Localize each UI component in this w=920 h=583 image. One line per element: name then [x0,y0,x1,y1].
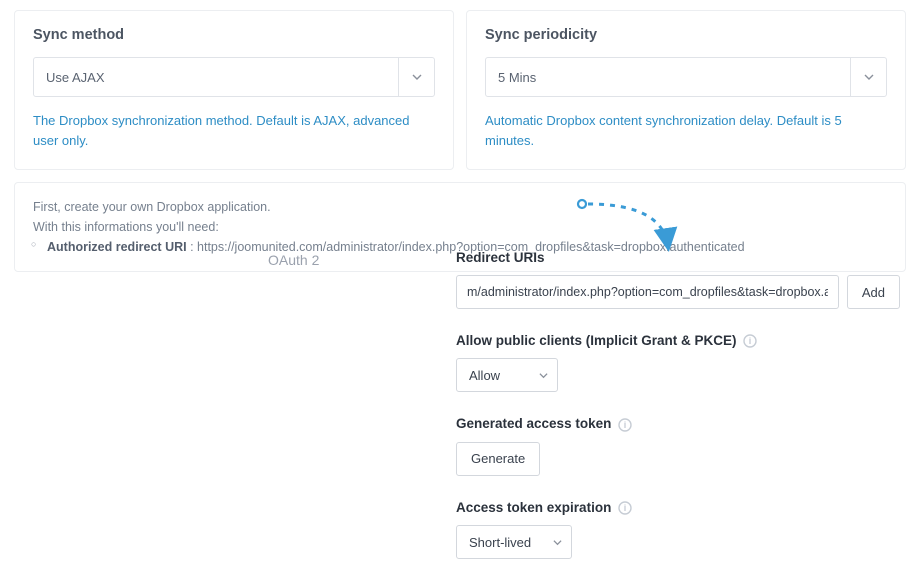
token-expiration-field: Access token expiration i Short-lived [456,500,900,559]
add-button[interactable]: Add [847,275,900,309]
redirect-uris-field: Redirect URIs Add [456,250,900,309]
info-icon: i [618,418,632,432]
generated-token-label: Generated access token i [456,416,900,431]
sync-method-card: Sync method Use AJAX The Dropbox synchro… [14,10,454,170]
info-line-2: With this informations you'll need: [33,217,887,237]
public-clients-label: Allow public clients (Implicit Grant & P… [456,333,900,348]
info-uri-label: Authorized redirect URI [47,240,187,254]
public-clients-select[interactable]: Allow [456,358,558,392]
public-clients-field: Allow public clients (Implicit Grant & P… [456,333,900,392]
generate-button[interactable]: Generate [456,442,540,476]
svg-text:i: i [749,336,752,346]
svg-text:i: i [624,503,627,513]
sync-periodicity-title: Sync periodicity [485,27,887,43]
oauth-section: OAuth 2 Redirect URIs Add Allow public c… [268,250,900,583]
sync-method-value: Use AJAX [34,58,398,96]
sync-periodicity-value: 5 Mins [486,58,850,96]
token-expiration-value: Short-lived [457,526,543,558]
chevron-down-icon [529,359,557,391]
chevron-down-icon [543,526,571,558]
chevron-down-icon [850,58,886,96]
oauth-section-title: OAuth 2 [268,250,456,583]
info-icon: i [618,501,632,515]
public-clients-value: Allow [457,359,529,391]
sync-periodicity-card: Sync periodicity 5 Mins Automatic Dropbo… [466,10,906,170]
token-expiration-select[interactable]: Short-lived [456,525,572,559]
generated-token-field: Generated access token i Generate [456,416,900,475]
top-settings-region: Sync method Use AJAX The Dropbox synchro… [0,0,920,272]
svg-text:i: i [624,420,627,430]
info-line-1: First, create your own Dropbox applicati… [33,197,887,217]
token-expiration-label: Access token expiration i [456,500,900,515]
sync-periodicity-desc: Automatic Dropbox content synchronizatio… [485,111,887,151]
sync-method-select[interactable]: Use AJAX [33,57,435,97]
sync-method-title: Sync method [33,27,435,43]
sync-periodicity-select[interactable]: 5 Mins [485,57,887,97]
redirect-uris-label: Redirect URIs [456,250,900,265]
redirect-uri-input[interactable] [456,275,839,309]
chevron-down-icon [398,58,434,96]
info-icon: i [743,334,757,348]
sync-method-desc: The Dropbox synchronization method. Defa… [33,111,435,151]
